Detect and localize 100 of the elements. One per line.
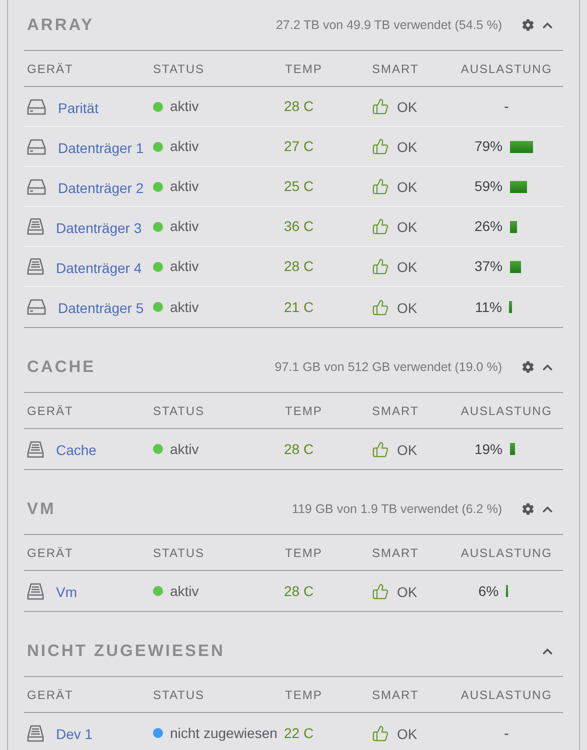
column-header: SMART xyxy=(371,60,420,78)
column-header: AUSLASTUNG xyxy=(460,402,554,420)
usage-bar xyxy=(510,443,516,455)
column-header: TEMP xyxy=(284,686,324,704)
usage-bar xyxy=(508,301,512,313)
column-header: AUSLASTUNG xyxy=(460,686,554,704)
thumbs-up-icon xyxy=(372,440,389,458)
status-text: aktiv xyxy=(170,217,199,236)
usage-percent: 6% xyxy=(477,582,500,600)
column-header: STATUS xyxy=(152,60,206,78)
temperature: 27 C xyxy=(283,137,315,156)
smart-status: OK xyxy=(397,138,418,157)
thumbs-up-icon xyxy=(372,582,389,600)
hard-drive-icon xyxy=(27,299,46,315)
settings-icon[interactable] xyxy=(522,361,534,373)
thumbs-up-icon xyxy=(372,98,389,115)
temperature: 36 C xyxy=(283,217,315,236)
thumbs-up-icon xyxy=(372,138,389,155)
usage-percent: - xyxy=(503,724,510,742)
status-text: aktiv xyxy=(170,137,199,156)
thumbs-up-icon xyxy=(372,178,389,195)
column-header: GERÄT xyxy=(26,60,74,78)
thumbs-up-icon xyxy=(372,218,389,235)
usage-bar xyxy=(506,585,508,597)
smart-status: OK xyxy=(397,258,418,277)
temperature: 28 C xyxy=(283,97,315,116)
usage-bar xyxy=(510,140,534,152)
usage-summary: 97.1 GB von 512 GB verwendet (19.0 %) xyxy=(274,358,502,376)
usage-summary: 27.2 TB von 49.9 TB verwendet (54.5 %) xyxy=(276,16,502,34)
device-link[interactable]: Datenträger 1 xyxy=(58,134,144,158)
column-header: TEMP xyxy=(284,402,324,420)
drive-icon xyxy=(27,440,44,458)
usage-bar xyxy=(510,220,518,232)
smart-status: OK xyxy=(397,178,418,197)
usage-bar xyxy=(510,180,528,192)
drive-icon xyxy=(27,724,44,742)
device-link[interactable]: Parität xyxy=(58,94,98,118)
status-text: aktiv xyxy=(170,177,199,196)
settings-icon[interactable] xyxy=(522,19,534,31)
status-text: aktiv xyxy=(170,582,199,600)
collapse-icon[interactable] xyxy=(542,362,553,372)
column-header: GERÄT xyxy=(26,402,74,420)
temperature: 28 C xyxy=(283,440,315,458)
smart-status: OK xyxy=(397,218,418,237)
column-header: STATUS xyxy=(152,544,206,562)
drive-icon xyxy=(27,582,44,600)
column-header: SMART xyxy=(371,686,420,704)
smart-status: OK xyxy=(397,440,418,460)
smart-status: OK xyxy=(397,98,418,117)
temperature: 25 C xyxy=(283,177,315,196)
smart-status: OK xyxy=(397,582,418,602)
drive-icon xyxy=(27,258,44,275)
thumbs-up-icon xyxy=(372,724,389,742)
device-link[interactable]: Cache xyxy=(56,437,96,461)
status-text: aktiv xyxy=(170,440,199,458)
collapse-icon[interactable] xyxy=(542,646,553,656)
temperature: 28 C xyxy=(283,257,315,276)
column-header: SMART xyxy=(371,544,420,562)
section-title: NICHT ZUGEWIESEN xyxy=(27,640,225,662)
usage-percent: 59% xyxy=(473,177,504,196)
settings-icon[interactable] xyxy=(522,503,534,515)
column-header: GERÄT xyxy=(26,686,74,704)
status-text: aktiv xyxy=(170,298,199,316)
device-link[interactable]: Vm xyxy=(56,579,77,603)
temperature: 21 C xyxy=(283,298,315,316)
collapse-icon[interactable] xyxy=(542,504,553,514)
column-header: STATUS xyxy=(152,686,206,704)
device-link[interactable]: Datenträger 5 xyxy=(58,295,144,319)
column-header: STATUS xyxy=(152,402,206,420)
thumbs-up-icon xyxy=(372,298,389,316)
column-header: SMART xyxy=(371,402,420,420)
device-link[interactable]: Dev 1 xyxy=(56,721,93,745)
device-link[interactable]: Datenträger 2 xyxy=(58,174,144,198)
collapse-icon[interactable] xyxy=(542,20,553,30)
hard-drive-icon xyxy=(27,138,46,154)
status-text: nicht zugewiesen xyxy=(170,724,278,743)
usage-percent: 26% xyxy=(473,217,504,236)
section-title: ARRAY xyxy=(27,14,94,36)
column-header: TEMP xyxy=(284,60,324,78)
hard-drive-icon xyxy=(27,178,46,194)
smart-status: OK xyxy=(397,724,418,744)
thumbs-up-icon xyxy=(372,258,389,275)
usage-percent: 19% xyxy=(473,440,504,458)
status-text: aktiv xyxy=(170,97,199,116)
device-link[interactable]: Datenträger 3 xyxy=(56,214,142,238)
temperature: 28 C xyxy=(283,582,315,600)
status-text: aktiv xyxy=(170,257,199,276)
usage-percent: 37% xyxy=(473,257,504,276)
column-header: AUSLASTUNG xyxy=(460,544,554,562)
column-header: GERÄT xyxy=(26,544,74,562)
drive-icon xyxy=(27,218,44,235)
column-header: TEMP xyxy=(284,544,324,562)
device-link[interactable]: Datenträger 4 xyxy=(56,254,142,278)
usage-bar xyxy=(510,260,521,272)
section-title: VM xyxy=(27,498,56,520)
hard-drive-icon xyxy=(27,98,46,114)
temperature: 22 C xyxy=(283,724,315,742)
section-title: CACHE xyxy=(27,356,96,378)
usage-percent: 79% xyxy=(473,137,504,156)
smart-status: OK xyxy=(397,298,418,318)
